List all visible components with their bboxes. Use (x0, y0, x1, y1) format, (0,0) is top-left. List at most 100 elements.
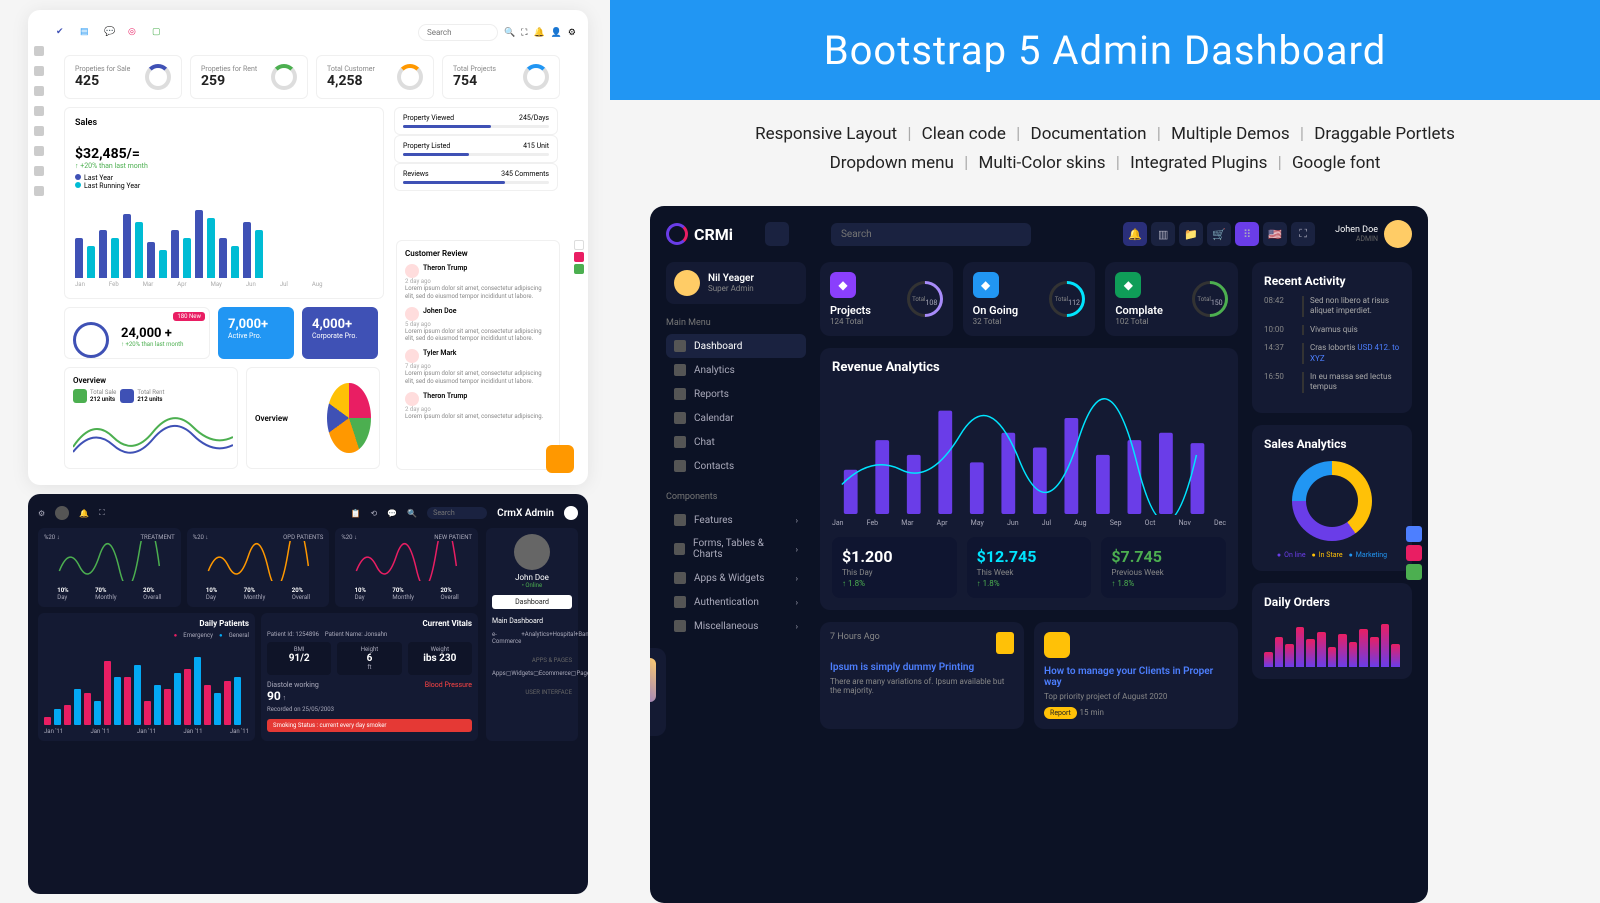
smoking-status: Smoking Status : current every day smoke… (267, 719, 472, 732)
promo-art (650, 658, 656, 702)
review-item: Tyler Mark7 day agoLorem ipsum dolor sit… (405, 349, 551, 386)
theme-switcher[interactable] (574, 240, 584, 274)
bell-icon[interactable]: 🔔 (533, 28, 544, 38)
refresh-icon[interactable]: ⟲ (371, 509, 378, 518)
menu-icon (674, 572, 686, 584)
clipboard-icon[interactable]: 📋 (351, 509, 361, 518)
report-button[interactable]: Report (1044, 707, 1077, 719)
avatar[interactable] (55, 506, 69, 520)
sidebar: Nil YeagerSuper Admin Main Menu Dashboar… (666, 262, 806, 736)
sidebar-icon[interactable]: ▥ (1151, 222, 1175, 246)
bell-icon[interactable]: 🔔 (79, 509, 89, 518)
nav-icon[interactable] (34, 66, 44, 76)
sidebar-item[interactable]: Analytics (666, 358, 806, 382)
expand-icon[interactable]: ⛶ (99, 508, 105, 518)
target-icon[interactable]: ◎ (128, 27, 140, 39)
sales-bar-chart (75, 198, 373, 278)
nav-icon[interactable] (34, 186, 44, 196)
sidebar-item[interactable]: Miscellaneous› (666, 614, 806, 638)
brand-icon (564, 506, 578, 520)
chat-icon[interactable]: 💬 (104, 27, 116, 39)
kpi-card: ◆Projects124 TotalTotal108 (820, 262, 953, 336)
search-icon[interactable]: 🔍 (407, 509, 417, 518)
bookmark-icon[interactable] (996, 632, 1014, 654)
kpi-card: Total Customer4,258 (316, 55, 434, 99)
bell-icon[interactable]: 🔔 (1123, 222, 1147, 246)
apps-icon[interactable]: ⠿ (1235, 222, 1259, 246)
dashboard-button[interactable]: Dashboard (492, 595, 572, 609)
brand-text: CrmX Admin (497, 508, 554, 519)
menu-icon (674, 596, 686, 608)
search-input[interactable] (427, 507, 487, 519)
menu-item[interactable]: Widgets▢ (511, 668, 538, 679)
sidebar-item[interactable]: Features› (666, 508, 806, 532)
sidebar-item[interactable]: Dashboard (666, 334, 806, 358)
expand-icon[interactable]: ⛶ (521, 28, 527, 38)
sparkline-card: %20 ↓OPD PATIENTS10%Day70%Monthly20%Over… (187, 528, 330, 607)
sidebar-item[interactable]: Chat (666, 430, 806, 454)
menu-item[interactable]: Apps▢ (492, 668, 511, 679)
revenue-stat: $1.200This Day↑ 1.8% (832, 537, 957, 598)
menu-item[interactable]: Analytics+ (525, 629, 553, 647)
daily-patients-chart (44, 645, 249, 725)
profile-avatar[interactable] (514, 534, 550, 570)
kpi-card: ◆Complate102 TotalTotal150 (1105, 262, 1238, 336)
sidebar-user-card[interactable]: Nil YeagerSuper Admin (666, 262, 806, 304)
box-icon[interactable]: ▢ (152, 27, 164, 39)
menu-item[interactable]: Pages▢ (576, 668, 588, 679)
search-input[interactable] (831, 223, 1031, 246)
user-icon[interactable]: 👤 (551, 28, 562, 38)
sidebar-rail (34, 46, 50, 196)
pie-chart (327, 383, 371, 453)
revenue-stat: $7.745Previous Week↑ 1.8% (1101, 537, 1226, 598)
gear-icon[interactable]: ⚙ (38, 509, 45, 518)
menu-icon (674, 620, 686, 632)
gear-icon[interactable]: ⚙ (568, 28, 576, 38)
menu-item[interactable]: Hospital+ (553, 629, 579, 647)
search-icon[interactable]: 🔍 (504, 28, 515, 38)
nav-icon[interactable] (34, 46, 44, 56)
activity-item: 10:00Vivamus quis (1264, 325, 1400, 335)
sidebar-item[interactable]: Authentication› (666, 590, 806, 614)
sidebar-item[interactable]: Contacts (666, 454, 806, 478)
kpi-icon: ◆ (1115, 272, 1141, 298)
nav-icon[interactable] (34, 106, 44, 116)
promo-card[interactable]: View Full Report Best CRM App here → (650, 648, 666, 736)
expand-icon[interactable]: ⛶ (1291, 222, 1315, 246)
menu-icon[interactable]: ▤ (80, 27, 92, 39)
ring-chart (271, 64, 297, 90)
sidebar-item[interactable]: Calendar (666, 406, 806, 430)
theme-switcher[interactable] (1406, 526, 1422, 580)
nav-icon[interactable] (34, 166, 44, 176)
vital-box: Weightibs 230 (408, 642, 472, 675)
sidebar-item[interactable]: Apps & Widgets› (666, 566, 806, 590)
user-menu[interactable]: Johen DoeADMIN (1335, 220, 1412, 248)
menu-item[interactable]: e-Commerce+ (492, 629, 525, 647)
sidebar-item[interactable]: Reports (666, 382, 806, 406)
cart-icon[interactable]: 🛒 (1207, 222, 1231, 246)
menu-item[interactable]: Banking+ (578, 629, 588, 647)
flag-icon[interactable]: 🇺🇸 (1263, 222, 1287, 246)
folder-icon[interactable]: 📁 (1179, 222, 1203, 246)
review-item: Theron Trump2 day agoLorem ipsum dolor s… (405, 264, 551, 301)
nav-icon[interactable] (34, 126, 44, 136)
progress-card: Property Listed415 Unit (394, 135, 558, 163)
menu-item[interactable]: Ecommerce▢ (539, 668, 577, 679)
sidebar-item[interactable]: Forms, Tables & Charts› (666, 532, 806, 566)
current-vitals-card: Current Vitals Patient Id: 1254896 Patie… (261, 613, 478, 741)
revenue-analytics-card: Revenue Analytics JanFebMarAprMayJunJulA… (820, 348, 1238, 610)
right-sidebar: John Doe • Online Dashboard Main Dashboa… (486, 528, 578, 741)
menu-icon (674, 340, 686, 352)
kpi-icon: ◆ (830, 272, 856, 298)
menu-icon (674, 412, 686, 424)
nav-icon[interactable] (34, 146, 44, 156)
banner: Bootstrap 5 Admin Dashboard (610, 0, 1600, 100)
crmi-dashboard-preview: CRMi 🔔 ▥ 📁 🛒 ⠿ 🇺🇸 ⛶ Johen DoeADMIN Nil Y… (650, 206, 1428, 903)
chat-fab[interactable] (546, 445, 574, 473)
new-badge: 180 New (173, 312, 205, 321)
nav-icon[interactable] (34, 86, 44, 96)
kpi-ring: Total108 (907, 281, 943, 317)
menu-toggle[interactable] (765, 222, 789, 246)
search-input[interactable] (418, 24, 498, 41)
chat-icon[interactable]: 💬 (387, 509, 397, 518)
